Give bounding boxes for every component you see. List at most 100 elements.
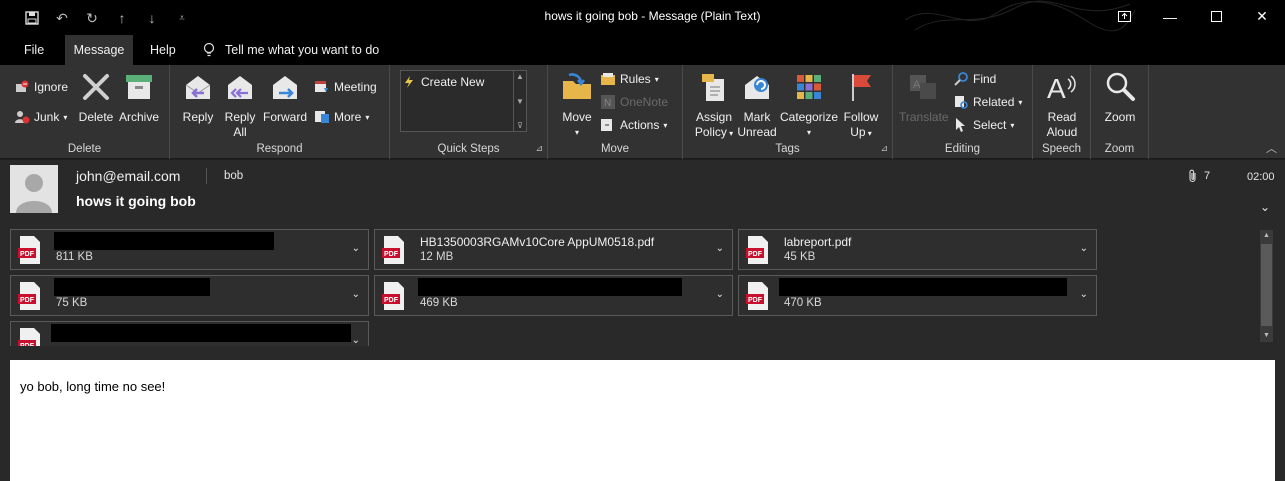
attachment-size: 75 KB bbox=[56, 297, 88, 309]
tell-me-label: Tell me what you want to do bbox=[225, 43, 380, 57]
reply-button[interactable]: Reply bbox=[180, 71, 216, 125]
recipient[interactable]: bob bbox=[224, 170, 243, 182]
move-button[interactable]: Move ▾ bbox=[558, 71, 596, 140]
quick-step-create-new[interactable]: Create New bbox=[403, 73, 512, 91]
attachment-menu-icon[interactable]: ⌄ bbox=[1080, 243, 1088, 254]
attachment-menu-icon[interactable]: ⌄ bbox=[352, 243, 360, 254]
redacted-filename bbox=[779, 278, 1067, 296]
onenote-icon: N bbox=[601, 95, 615, 109]
onenote-button[interactable]: N OneNote bbox=[600, 94, 668, 110]
menu-tabs: File Message Help Tell me what you want … bbox=[0, 35, 1285, 65]
attachment-card[interactable]: PDF 469 KB ⌄ bbox=[374, 275, 733, 316]
lightbulb-icon bbox=[203, 42, 215, 57]
expand-gallery-icon[interactable]: ⊽ bbox=[517, 121, 523, 130]
categorize-icon bbox=[797, 75, 821, 99]
reply-all-button[interactable]: Reply All bbox=[222, 71, 258, 140]
received-time: 02:00 bbox=[1247, 171, 1275, 183]
junk-icon bbox=[15, 111, 30, 124]
tab-message[interactable]: Message bbox=[65, 35, 133, 65]
select-button[interactable]: Select ▾ bbox=[953, 117, 1014, 133]
ignore-button[interactable]: Ignore bbox=[14, 79, 68, 95]
zoom-button[interactable]: Zoom bbox=[1101, 71, 1139, 125]
title-bar: ↶ ↻ ↑ ↓ ⩡ hows it going bob - Message (P… bbox=[0, 0, 1285, 35]
translate-button[interactable]: A Translate bbox=[899, 71, 949, 125]
minimize-button[interactable]: — bbox=[1147, 0, 1193, 33]
svg-text:PDF: PDF bbox=[20, 251, 35, 258]
scroll-up-arrow-icon[interactable]: ▲ bbox=[1260, 230, 1273, 242]
expand-header-icon[interactable]: ⌄ bbox=[1260, 200, 1270, 214]
mark-unread-button[interactable]: Mark Unread bbox=[737, 71, 777, 140]
assign-policy-button[interactable]: Assign Policy ▾ bbox=[689, 71, 739, 141]
archive-button[interactable]: Archive bbox=[117, 71, 161, 125]
follow-up-button[interactable]: Follow Up ▾ bbox=[839, 71, 883, 141]
translate-icon: A bbox=[910, 75, 936, 99]
attachment-size: 470 KB bbox=[784, 297, 822, 309]
attachment-menu-icon[interactable]: ⌄ bbox=[352, 335, 360, 346]
reply-icon bbox=[185, 76, 211, 99]
related-button[interactable]: Related ▾ bbox=[953, 94, 1022, 110]
tab-help[interactable]: Help bbox=[150, 35, 176, 65]
attachment-menu-icon[interactable]: ⌄ bbox=[352, 289, 360, 300]
archive-icon bbox=[126, 75, 152, 99]
svg-text:A: A bbox=[1047, 73, 1066, 103]
window-title: hows it going bob - Message (Plain Text) bbox=[544, 9, 761, 23]
find-button[interactable]: Find bbox=[953, 71, 996, 87]
header-divider bbox=[206, 168, 207, 184]
attachment-card[interactable]: PDF ⌄ bbox=[10, 321, 369, 346]
svg-text:PDF: PDF bbox=[748, 251, 763, 258]
redacted-filename bbox=[418, 278, 682, 296]
attachment-count: 7 bbox=[1188, 169, 1210, 183]
pdf-file-icon: PDF bbox=[746, 282, 768, 310]
attachment-size: 811 KB bbox=[56, 251, 93, 263]
sender-address[interactable]: john@email.com bbox=[76, 168, 180, 184]
attachment-name: labreport.pdf bbox=[784, 235, 852, 249]
attachment-card[interactable]: PDF HB1350003RGAMv10Core AppUM0518.pdf 1… bbox=[374, 229, 733, 270]
message-text: yo bob, long time no see! bbox=[20, 379, 166, 394]
lightning-icon bbox=[405, 76, 413, 88]
scroll-down-icon[interactable]: ▼ bbox=[516, 97, 524, 106]
group-speech: A Read Aloud Speech bbox=[1033, 65, 1091, 159]
redacted-filename bbox=[51, 324, 351, 342]
attachment-card[interactable]: PDF labreport.pdf 45 KB ⌄ bbox=[738, 229, 1097, 270]
group-zoom: Zoom Zoom bbox=[1091, 65, 1149, 159]
attachment-card[interactable]: PDF 75 KB ⌄ bbox=[10, 275, 369, 316]
tab-file[interactable]: File bbox=[24, 35, 44, 65]
restore-ribbon-icon[interactable] bbox=[1101, 0, 1147, 33]
svg-text:PDF: PDF bbox=[384, 297, 399, 304]
scroll-up-icon[interactable]: ▲ bbox=[516, 72, 524, 81]
more-respond-icon bbox=[315, 111, 329, 123]
attachment-scrollbar[interactable]: ▲ ▼ bbox=[1260, 230, 1273, 342]
attachment-menu-icon[interactable]: ⌄ bbox=[716, 289, 724, 300]
quick-steps-scroll[interactable]: ▲ ▼ ⊽ bbox=[513, 71, 526, 131]
read-aloud-icon: A bbox=[1047, 73, 1076, 104]
scroll-down-arrow-icon[interactable]: ▼ bbox=[1260, 330, 1273, 342]
more-respond-button[interactable]: More ▾ bbox=[314, 109, 369, 125]
actions-button[interactable]: Actions ▾ bbox=[600, 117, 667, 133]
attachment-card[interactable]: PDF 811 KB ⌄ bbox=[10, 229, 369, 270]
rules-button[interactable]: Rules ▾ bbox=[600, 71, 659, 87]
message-body[interactable]: yo bob, long time no see! bbox=[10, 360, 1275, 481]
read-aloud-button[interactable]: A Read Aloud bbox=[1041, 71, 1083, 140]
magnifier-icon bbox=[1106, 72, 1135, 101]
forward-button[interactable]: Forward bbox=[262, 71, 308, 125]
scrollbar-thumb[interactable] bbox=[1261, 244, 1272, 326]
attachment-size: 469 KB bbox=[420, 297, 458, 309]
meeting-button[interactable]: Meeting bbox=[314, 79, 377, 95]
svg-text:PDF: PDF bbox=[20, 297, 35, 304]
maximize-button[interactable] bbox=[1193, 0, 1239, 33]
delete-button[interactable]: Delete bbox=[78, 71, 114, 125]
forward-icon bbox=[273, 76, 297, 99]
tell-me-search[interactable]: Tell me what you want to do bbox=[203, 35, 379, 65]
junk-button[interactable]: Junk ▾ bbox=[14, 109, 67, 125]
attachment-menu-icon[interactable]: ⌄ bbox=[716, 243, 724, 254]
attachment-card[interactable]: PDF 470 KB ⌄ bbox=[738, 275, 1097, 316]
attachment-well: PDF 811 KB ⌄ PDF HB1350003RGAMv10Core Ap… bbox=[0, 222, 1285, 346]
categorize-button[interactable]: Categorize ▾ bbox=[779, 71, 839, 140]
close-button[interactable]: ✕ bbox=[1239, 0, 1285, 33]
attachment-menu-icon[interactable]: ⌄ bbox=[1080, 289, 1088, 300]
message-subject: hows it going bob bbox=[76, 193, 196, 209]
redacted-filename bbox=[54, 278, 210, 296]
quick-steps-gallery: Create New ▲ ▼ ⊽ bbox=[400, 70, 527, 132]
collapse-ribbon-icon[interactable]: ︿ bbox=[1266, 140, 1277, 156]
related-icon bbox=[955, 96, 968, 109]
